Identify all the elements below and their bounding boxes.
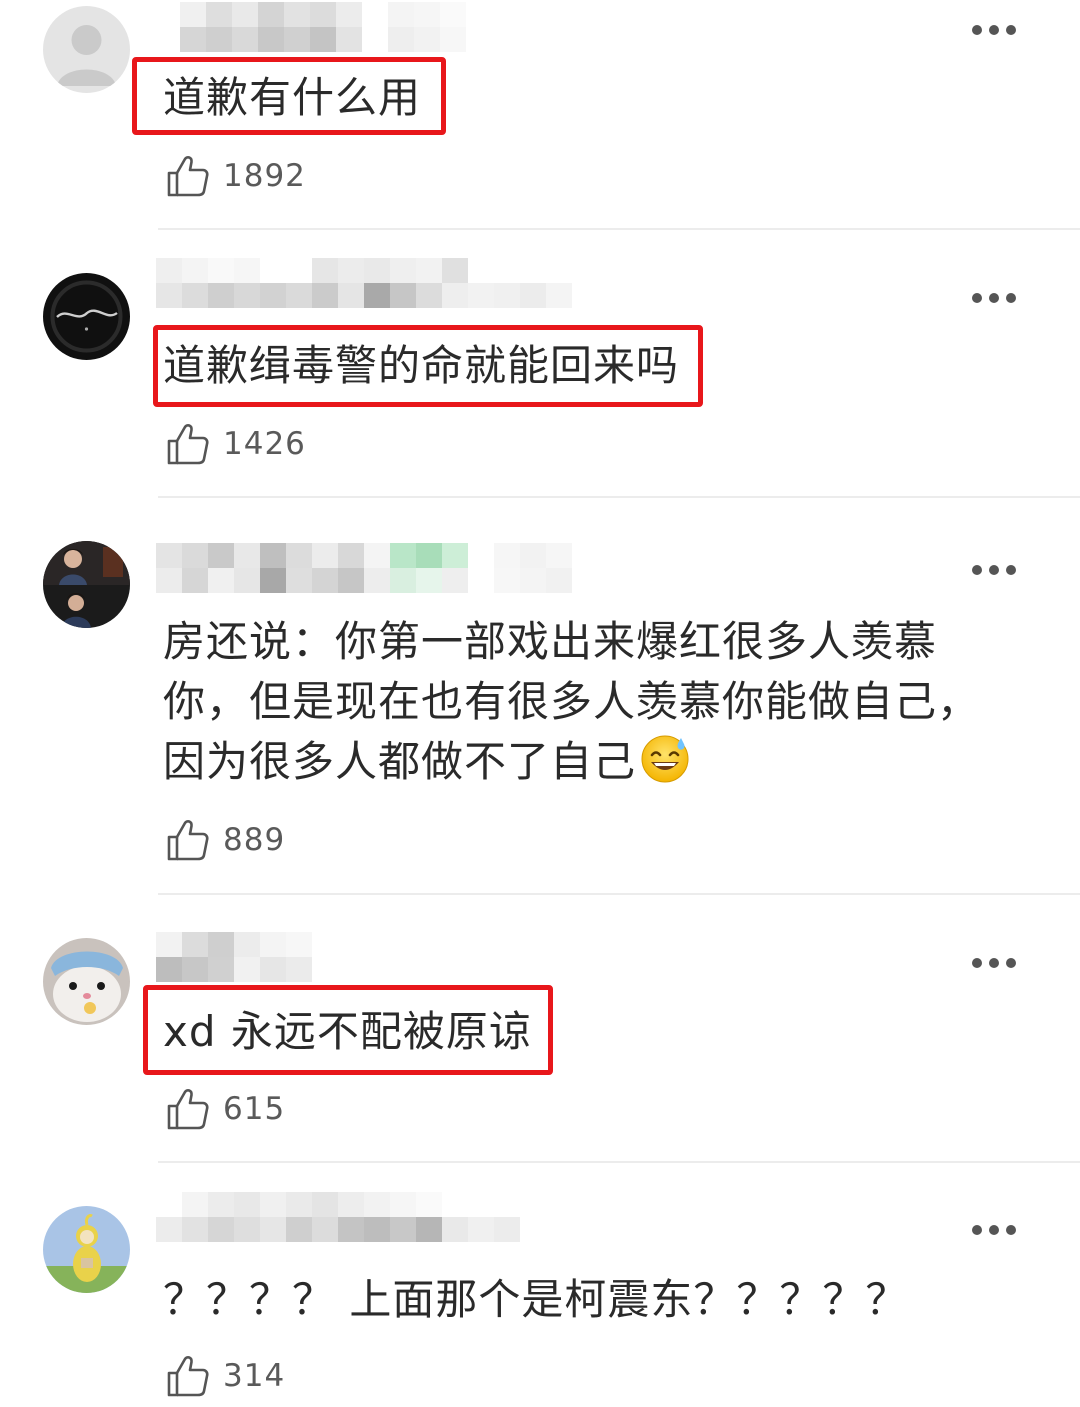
like-count: 314 [223, 1358, 286, 1394]
thumbs-up-icon [167, 1089, 209, 1130]
username-blurred[interactable] [156, 543, 576, 593]
like-count: 615 [223, 1091, 286, 1127]
username-blurred[interactable] [156, 932, 336, 982]
highlight-box [132, 57, 446, 135]
more-dots-icon[interactable] [972, 292, 1016, 304]
like-button[interactable]: 314 [166, 1354, 285, 1398]
like-count: 1892 [223, 158, 306, 194]
default-user-avatar-icon[interactable] [43, 6, 130, 93]
sweat-smile-emoji-icon [641, 735, 689, 783]
highlight-box [153, 325, 703, 407]
thumbs-up-icon [167, 424, 209, 465]
comment-text-line: 因为很多人都做不了自己 [163, 732, 980, 792]
like-button[interactable]: 1892 [166, 154, 306, 198]
like-button[interactable]: 889 [166, 818, 285, 862]
thumbs-up-icon [167, 820, 209, 861]
divider [158, 496, 1080, 498]
comment-text-line: 你，但是现在也有很多人羡慕你能做自己， [163, 677, 981, 726]
thumbs-up-icon [167, 1356, 209, 1397]
highlight-box [143, 985, 553, 1075]
username-blurred[interactable] [156, 1192, 526, 1242]
divider [158, 228, 1080, 230]
thumbs-up-icon [167, 156, 209, 197]
like-button[interactable]: 615 [166, 1087, 285, 1131]
like-count: 889 [223, 822, 286, 858]
username-blurred[interactable] [180, 2, 480, 52]
like-button[interactable]: 1426 [166, 422, 306, 466]
comment-text: ？？？？ 上面那个是柯震东？？？？？ [163, 1275, 909, 1324]
hamster-avatar-icon[interactable] [43, 938, 130, 1025]
more-dots-icon[interactable] [972, 24, 1016, 36]
divider [158, 893, 1080, 895]
teletubby-avatar-icon[interactable] [43, 1206, 130, 1293]
photo-avatar-icon[interactable] [43, 541, 130, 628]
dark-logo-avatar-icon[interactable] [43, 273, 130, 360]
comment-text: 房还说：你第一部戏出来爆红很多人羡慕 你，但是现在也有很多人羡慕你能做自己， 因… [163, 612, 980, 792]
more-dots-icon[interactable] [972, 564, 1016, 576]
comment-text-line: 房还说：你第一部戏出来爆红很多人羡慕 [163, 617, 938, 666]
username-blurred[interactable] [156, 258, 576, 308]
more-dots-icon[interactable] [972, 1224, 1016, 1236]
divider [158, 1161, 1080, 1163]
like-count: 1426 [223, 426, 306, 462]
more-dots-icon[interactable] [972, 957, 1016, 969]
